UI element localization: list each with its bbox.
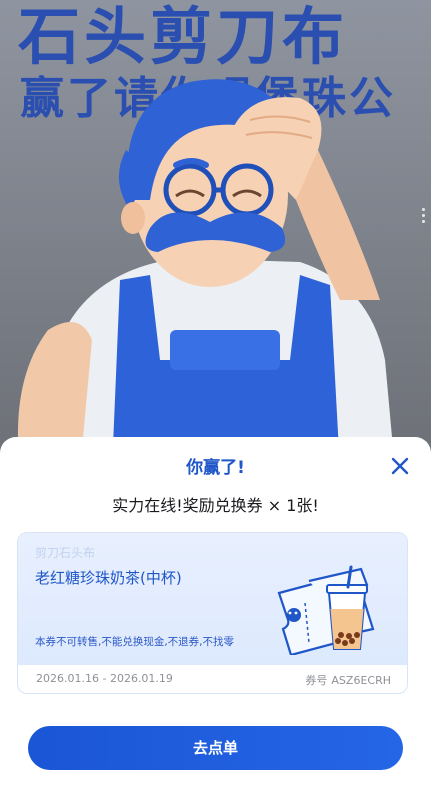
coupon-code-value: ASZ6ECRH: [331, 674, 391, 687]
coupon-code: 券号 ASZ6ECRH: [301, 672, 391, 688]
coupon-validity: 2026.01.16 - 2026.01.19: [36, 672, 173, 685]
coupon-body: 剪刀石头布 老红糖珍珠奶茶(中杯) 本券不可转售,不能兑换现金,不退券,不找零: [18, 533, 407, 665]
coupon-brand: 剪刀石头布: [35, 546, 96, 560]
mascot-apron-pocket: [170, 330, 280, 370]
coupon-product-name: 老红糖珍珠奶茶(中杯): [35, 569, 182, 587]
coupon-footer: 2026.01.16 - 2026.01.19 券号 ASZ6ECRH: [18, 665, 407, 693]
mascot-illustration: [17, 79, 395, 470]
sheet-title: 你赢了!: [186, 458, 245, 478]
close-icon[interactable]: [389, 455, 411, 477]
coupon-terms: 本券不可转售,不能兑换现金,不退券,不找零: [35, 636, 235, 648]
background-poster: 石头剪刀布 赢了请你喝堡珠公: [0, 0, 431, 470]
close-button[interactable]: [389, 455, 411, 477]
coupon-code-label: 券号: [305, 674, 328, 687]
win-result-sheet: 你赢了! 实力在线!奖励兑换券 × 1张! 剪刀石头布 老红糖珍珠奶茶(中杯) …: [0, 437, 431, 800]
reward-subtitle: 实力在线!奖励兑换券 × 1张!: [112, 496, 319, 515]
coupon-card[interactable]: 剪刀石头布 老红糖珍珠奶茶(中杯) 本券不可转售,不能兑换现金,不退券,不找零: [17, 532, 408, 694]
side-handle-icon[interactable]: [422, 208, 426, 226]
milk-tea-ticket-icon: [277, 565, 375, 655]
go-order-button[interactable]: 去点单: [28, 726, 403, 770]
